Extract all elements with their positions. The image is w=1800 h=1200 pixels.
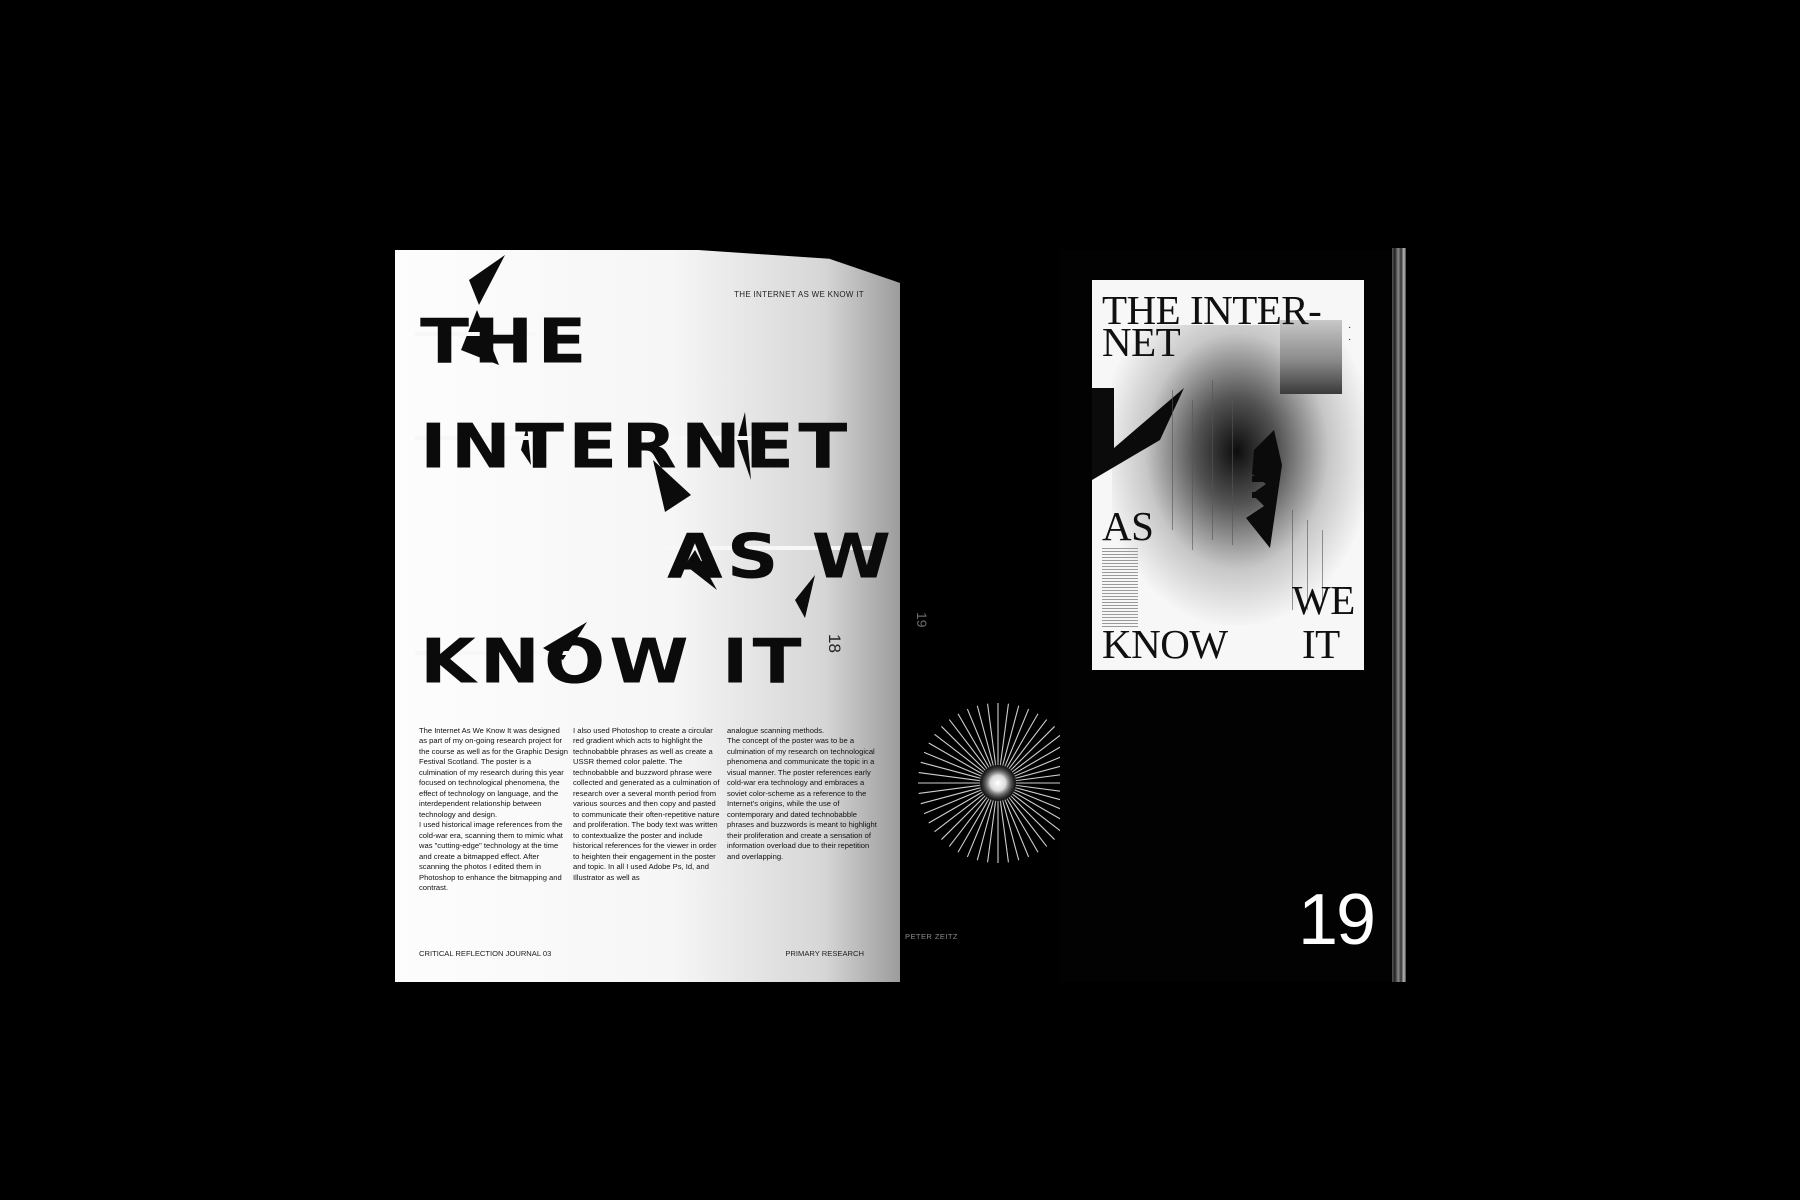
starburst-core — [976, 761, 1020, 805]
author-credit: PETER ZEITZ — [905, 932, 958, 941]
starburst-ray — [1010, 726, 1055, 771]
starburst-ray — [928, 791, 983, 824]
body-column-2: I also used Photoshop to create a circul… — [573, 726, 720, 882]
starburst-ray — [976, 800, 994, 861]
e-arrow-bar — [1252, 476, 1276, 482]
starburst-graphic — [918, 703, 1078, 863]
starburst-ray — [1002, 705, 1020, 766]
e-arrow-bar — [1252, 492, 1276, 498]
poster-word-it: IT — [1302, 621, 1340, 667]
starburst-ray — [976, 705, 994, 766]
check-arrow-shape — [1092, 388, 1184, 480]
starburst-ray — [928, 742, 983, 775]
headline-line-3: AS WE — [667, 519, 900, 593]
starburst-ray — [918, 772, 981, 782]
poster-word-as: AS — [1102, 503, 1154, 549]
starburst-ray — [957, 798, 990, 853]
starburst-ray — [987, 703, 997, 766]
spike-shape — [469, 255, 505, 305]
starburst-ray — [941, 726, 986, 771]
page-number: 18 — [825, 634, 844, 653]
starburst-ray — [999, 703, 1009, 766]
starburst-ray — [918, 784, 981, 794]
e-arrow-shape — [1246, 430, 1282, 548]
page-edges — [1392, 248, 1406, 982]
poster-headline-2: NET — [1102, 319, 1181, 365]
poster-rule — [1232, 395, 1233, 545]
poster-rule — [1192, 400, 1193, 550]
poster-word-know: KNOW — [1102, 621, 1228, 667]
page-number-large: 19 — [1298, 880, 1376, 960]
starburst-ray — [999, 800, 1009, 863]
running-head: THE INTERNET AS WE KNOW IT — [734, 290, 864, 299]
starburst-ray — [987, 800, 997, 863]
poster-rule — [1212, 380, 1213, 540]
starburst-ray — [1006, 713, 1039, 768]
starburst-ray — [941, 795, 986, 840]
starburst-ray — [920, 787, 981, 805]
dark-page-number: 19 — [914, 612, 930, 628]
starburst-ray — [1010, 795, 1055, 840]
stripe-cuts — [415, 332, 875, 655]
poster-rule — [1172, 390, 1173, 530]
poster: · · THE INTER- NET AS WE KNOW IT — [1092, 280, 1364, 670]
poster-word-we: WE — [1292, 577, 1355, 623]
starburst-ray — [920, 761, 981, 779]
starburst-ray — [957, 713, 990, 768]
body-column-3: analogue scanning methods. The concept o… — [727, 726, 877, 861]
starburst-ray — [1006, 798, 1039, 853]
headline-line-2: INTERNET — [420, 409, 852, 483]
left-page: THE INTERNET AS WE KNOW IT 18 THE INTERN… — [395, 250, 900, 982]
body-column-1: The Internet As We Know It was designed … — [419, 726, 568, 893]
headline-line-1: THE — [420, 304, 591, 378]
headline-line-4: KNOW IT — [420, 624, 806, 698]
starburst-ray — [1002, 800, 1020, 861]
footer-journal: CRITICAL REFLECTION JOURNAL 03 — [419, 949, 552, 958]
footer-section: PRIMARY RESEARCH — [785, 949, 864, 958]
